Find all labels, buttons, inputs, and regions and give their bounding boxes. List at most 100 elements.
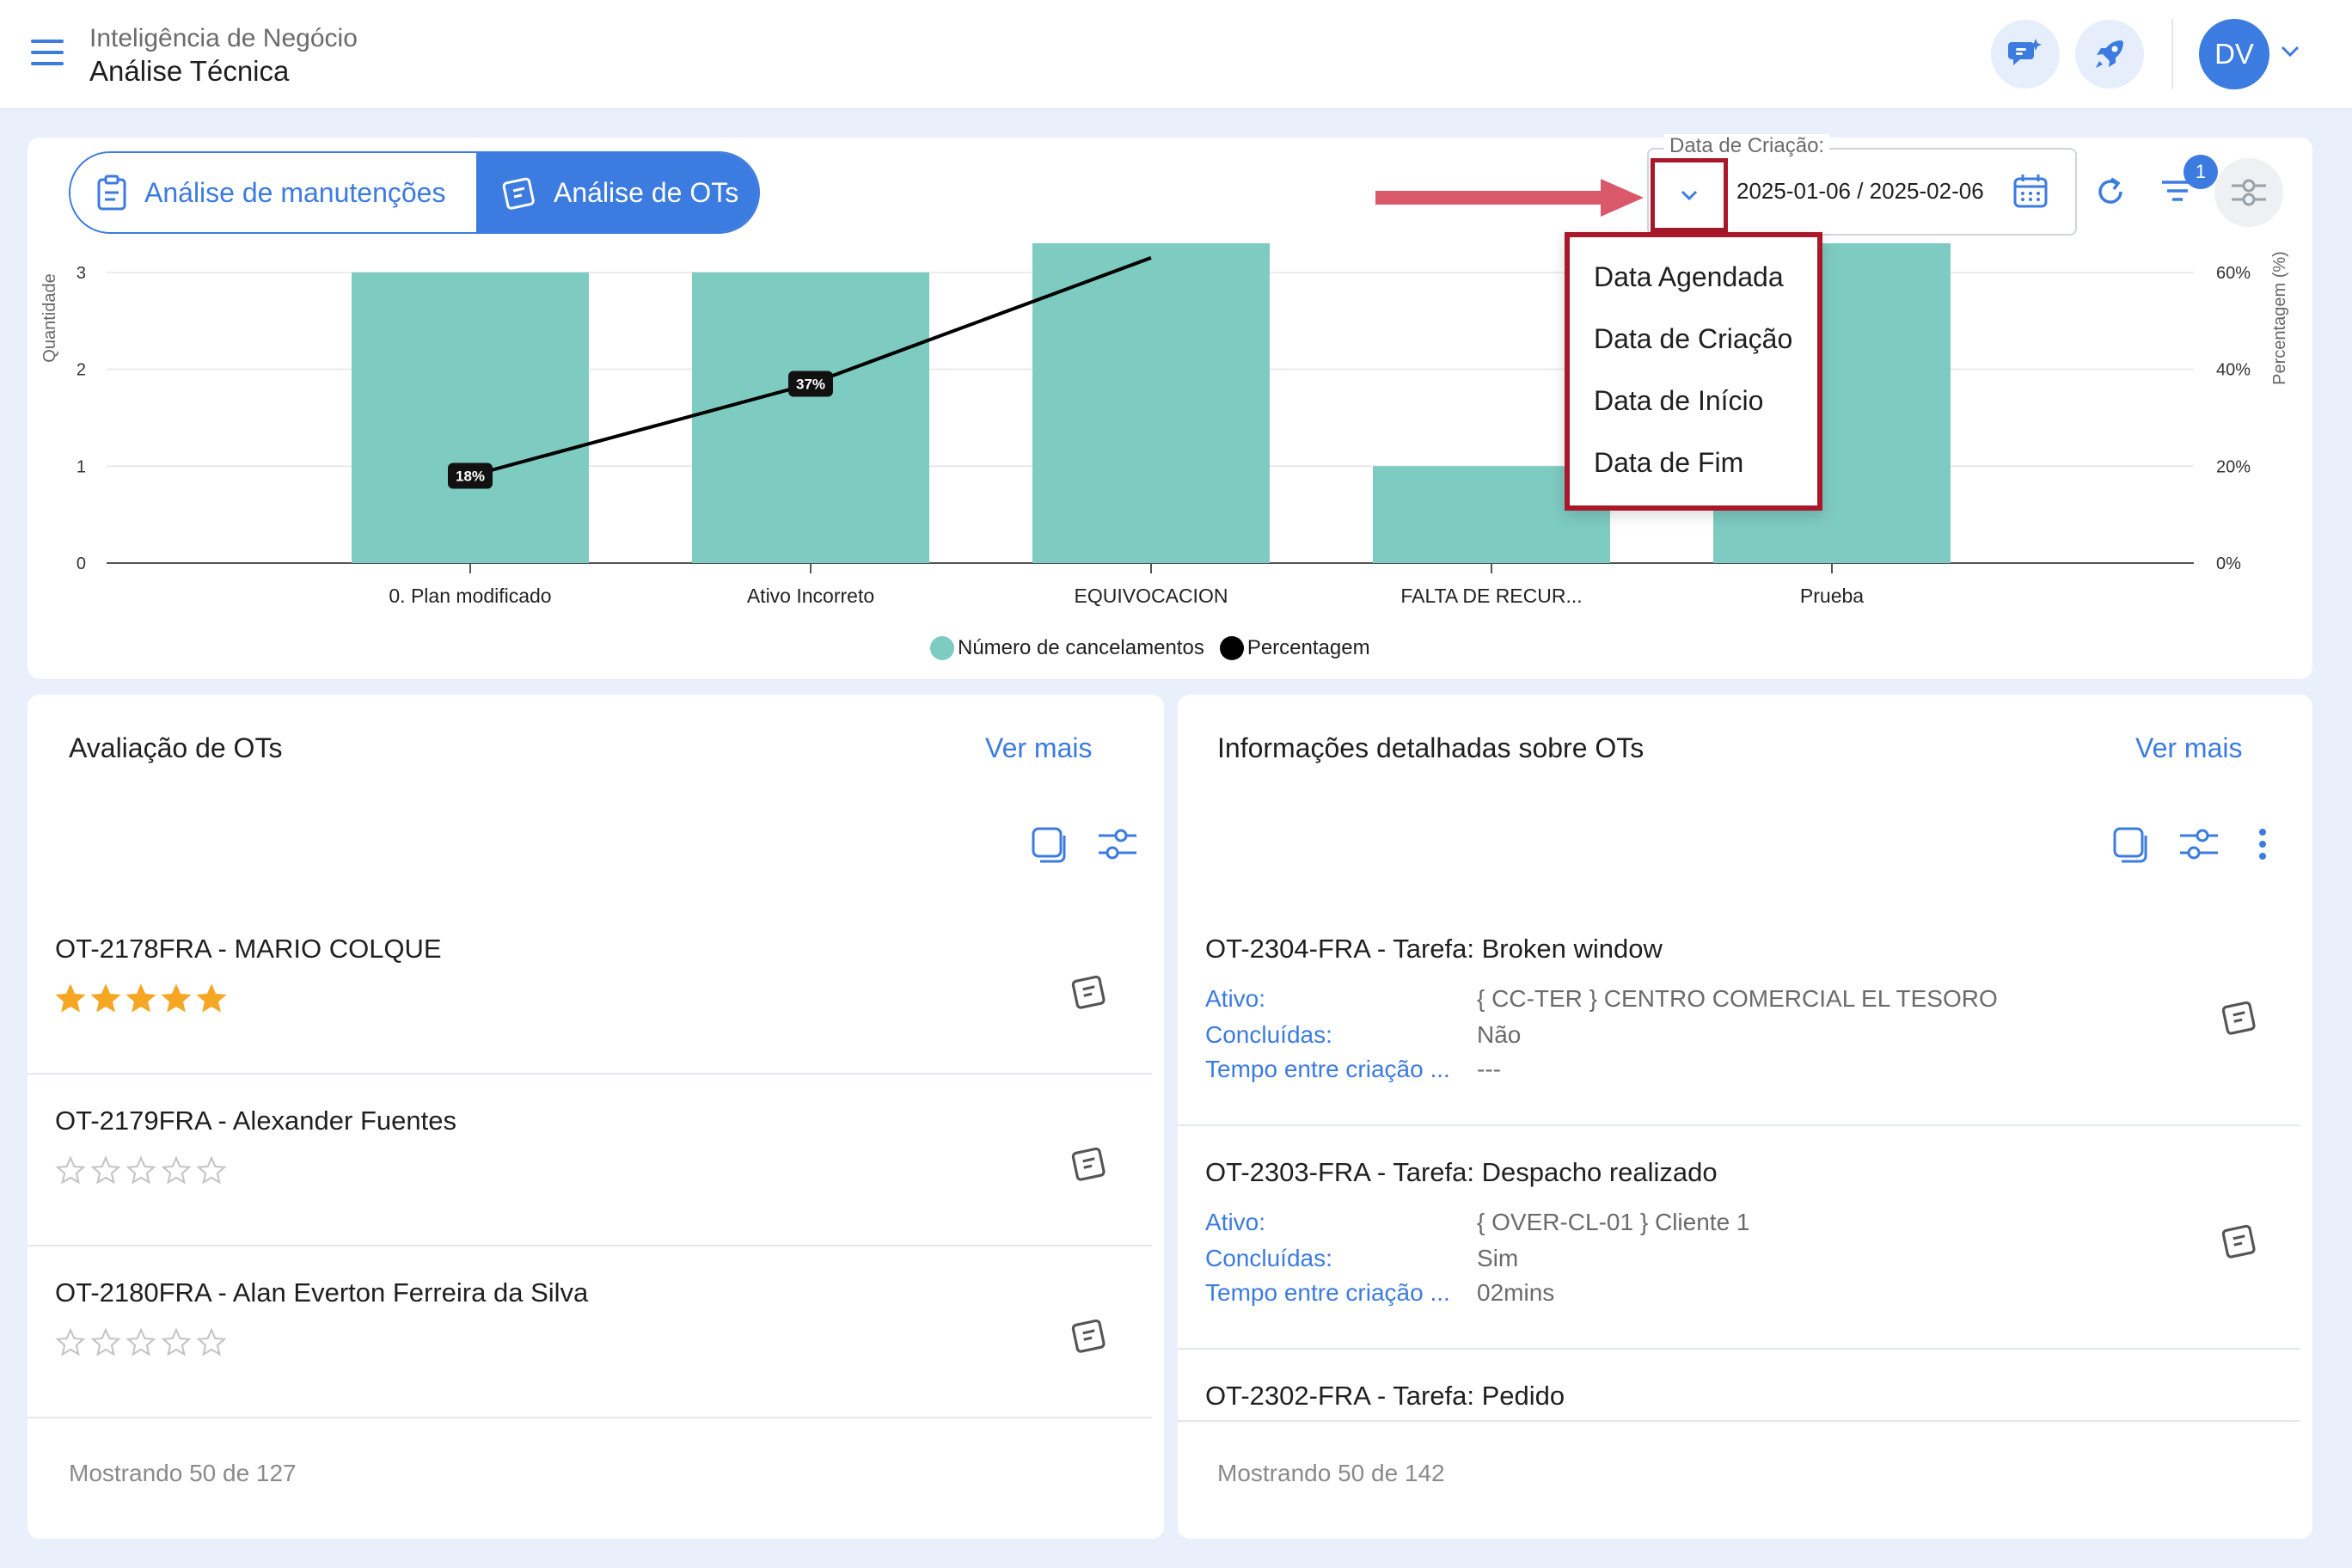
legend-label: Número de cancelamentos	[958, 636, 1204, 659]
calendar-icon[interactable]	[2012, 172, 2049, 214]
pagination-info: Mostrando 50 de 142	[1217, 1460, 1445, 1486]
star-outline-icon[interactable]	[161, 1155, 192, 1186]
work-order-icon[interactable]	[1069, 1315, 1109, 1359]
tab-ot-analysis[interactable]: Análise de OTs	[476, 153, 758, 232]
star-outline-icon[interactable]	[90, 1327, 121, 1358]
sliders-icon[interactable]	[1097, 825, 1138, 867]
row-divider	[28, 1073, 1152, 1075]
chart-legend: Número de cancelamentos Percentagem	[930, 636, 1386, 660]
list-item-title[interactable]: OT-2304-FRA - Tarefa: Broken window	[1205, 934, 1663, 965]
list-item-title[interactable]: OT-2180FRA - Alan Everton Ferreira da Si…	[55, 1277, 588, 1308]
date-type-label: Data de Criação:	[1664, 134, 1830, 158]
y2-tick-label: 60%	[2216, 264, 2251, 283]
see-more-link[interactable]: Ver mais	[2135, 732, 2242, 764]
star-filled-icon[interactable]	[126, 983, 156, 1014]
star-outline-icon[interactable]	[161, 1327, 192, 1358]
menu-item-end-date[interactable]: Data de Fim	[1570, 432, 1817, 493]
work-order-icon[interactable]	[1069, 1143, 1109, 1187]
star-outline-icon[interactable]	[55, 1155, 86, 1186]
page-title: Análise Técnica	[89, 55, 290, 87]
more-vertical-icon[interactable]	[2257, 827, 2268, 866]
list-item-title[interactable]: OT-2178FRA - MARIO COLQUE	[55, 934, 442, 965]
header-divider	[2171, 19, 2173, 89]
rating-stars	[55, 983, 231, 1014]
top-bar: Inteligência de Negócio Análise Técnica …	[0, 0, 2352, 109]
y-tick-label: 2	[77, 361, 86, 380]
legend-swatch	[1219, 636, 1244, 660]
see-more-link[interactable]: Ver mais	[985, 732, 1092, 764]
date-type-dropdown-toggle[interactable]	[1651, 158, 1728, 232]
ot-details-card: Informações detalhadas sobre OTs Ver mai…	[1178, 695, 2312, 1539]
star-outline-icon[interactable]	[55, 1327, 86, 1358]
menu-icon[interactable]	[31, 40, 64, 67]
chat-sparkle-icon	[2008, 39, 2042, 65]
legend-item-percentage[interactable]: Percentagem	[1219, 636, 1370, 660]
copy-icon[interactable]	[1030, 825, 1068, 867]
card-title: Informações detalhadas sobre OTs	[1217, 732, 1645, 763]
clipboard-icon	[97, 175, 126, 211]
star-outline-icon[interactable]	[90, 1155, 121, 1186]
star-filled-icon[interactable]	[90, 983, 121, 1014]
list-item-title[interactable]: OT-2179FRA - Alexander Fuentes	[55, 1106, 456, 1136]
menu-item-scheduled-date[interactable]: Data Agendada	[1570, 246, 1817, 308]
row-divider	[1178, 1348, 2300, 1350]
tab-label: Análise de manutenções	[144, 176, 446, 208]
chat-ai-button[interactable]	[1991, 20, 2060, 89]
settings-sliders-button[interactable]	[2214, 158, 2283, 227]
y-tick-label: 0	[77, 554, 86, 573]
time-value: ---	[1477, 1056, 1501, 1082]
tab-maintenance-analysis[interactable]: Análise de manutenções	[70, 153, 476, 232]
annotation-arrow	[1375, 179, 1644, 217]
date-range-value[interactable]: 2025-01-06 / 2025-02-06	[1736, 178, 1984, 205]
data-label: 37%	[796, 376, 825, 392]
card-title: Avaliação de OTs	[69, 732, 283, 763]
star-outline-icon[interactable]	[126, 1155, 156, 1186]
star-outline-icon[interactable]	[196, 1327, 227, 1358]
sliders-icon	[2232, 179, 2266, 206]
launch-button[interactable]	[2075, 20, 2144, 89]
bar	[692, 272, 929, 563]
star-filled-icon[interactable]	[196, 983, 227, 1014]
star-outline-icon[interactable]	[196, 1155, 227, 1186]
completed-value: Não	[1477, 1021, 1522, 1048]
star-filled-icon[interactable]	[161, 983, 192, 1014]
copy-icon[interactable]	[2111, 825, 2149, 867]
sliders-icon[interactable]	[2178, 825, 2220, 867]
y-axis-title: Quantidade	[40, 273, 59, 362]
time-label: Tempo entre criação ...	[1205, 1279, 1450, 1306]
bar	[1032, 243, 1270, 563]
work-order-icon[interactable]	[1069, 971, 1109, 1015]
breadcrumb-parent: Inteligência de Negócio	[89, 24, 358, 52]
chevron-down-icon[interactable]	[2280, 45, 2300, 63]
date-type-menu: Data Agendada Data de Criação Data de In…	[1565, 232, 1822, 511]
menu-item-start-date[interactable]: Data de Início	[1570, 370, 1817, 432]
star-filled-icon[interactable]	[55, 983, 86, 1014]
x-tick-label: FALTA DE RECUR...	[1400, 585, 1582, 607]
data-label: 18%	[456, 469, 485, 485]
row-divider	[28, 1245, 1152, 1246]
refresh-icon[interactable]	[2092, 174, 2128, 214]
legend-swatch	[930, 636, 954, 660]
ot-evaluation-card: Avaliação de OTs Ver mais OT-2178FRA - M…	[28, 695, 1164, 1539]
y2-tick-label: 0%	[2216, 554, 2241, 573]
legend-item-cancellations[interactable]: Número de cancelamentos	[930, 636, 1204, 660]
y-tick-label: 1	[77, 457, 86, 476]
legend-label: Percentagem	[1246, 636, 1370, 659]
rating-stars	[55, 1327, 231, 1358]
y2-tick-label: 20%	[2216, 457, 2251, 476]
work-order-icon[interactable]	[2220, 997, 2259, 1041]
star-outline-icon[interactable]	[126, 1327, 156, 1358]
work-order-icon[interactable]	[2220, 1221, 2259, 1265]
y-tick-label: 3	[77, 264, 86, 283]
work-order-icon	[502, 177, 535, 210]
list-item-title[interactable]: OT-2302-FRA - Tarefa: Pedido	[1205, 1381, 1565, 1412]
time-label: Tempo entre criação ...	[1205, 1056, 1450, 1082]
avatar[interactable]: DV	[2199, 19, 2269, 89]
x-tick-label: 0. Plan modificado	[389, 585, 551, 607]
rocket-icon	[2096, 40, 2123, 68]
menu-item-creation-date[interactable]: Data de Criação	[1570, 308, 1817, 370]
row-divider	[28, 1417, 1152, 1418]
asset-value: { OVER-CL-01 } Cliente 1	[1477, 1209, 1750, 1235]
list-item-title[interactable]: OT-2303-FRA - Tarefa: Despacho realizado	[1205, 1157, 1718, 1188]
tab-label: Análise de OTs	[554, 176, 739, 208]
